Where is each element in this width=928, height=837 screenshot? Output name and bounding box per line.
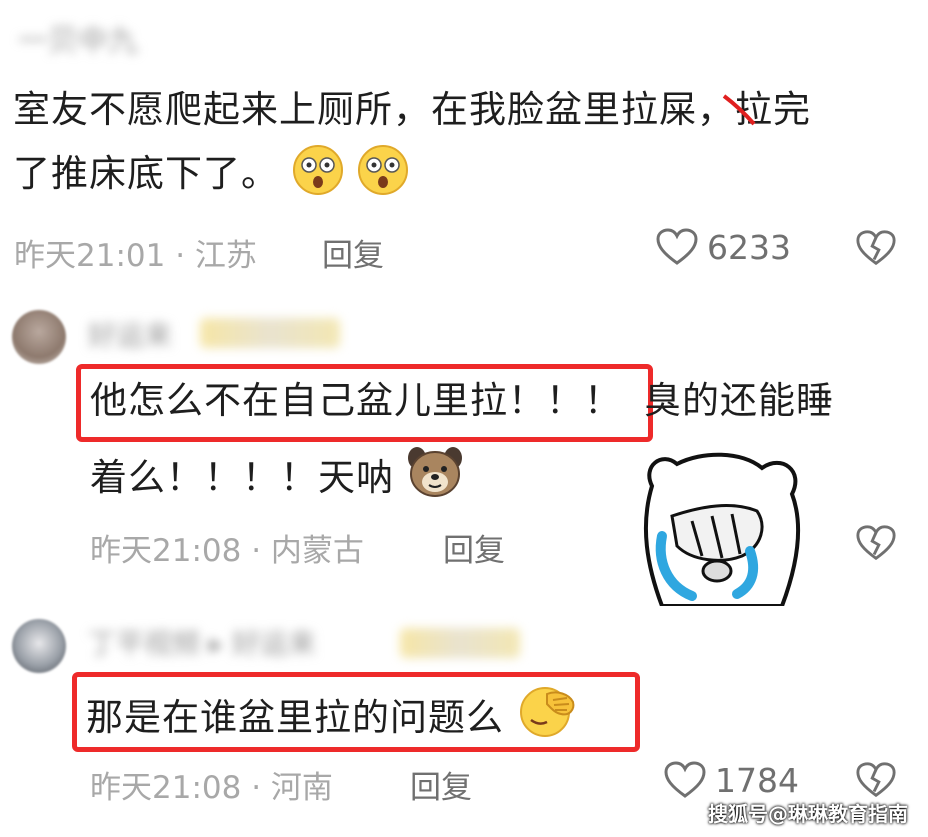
comment-3-highlighted-text: 那是在谁盆里拉的问题么 [86, 696, 504, 739]
comment-3-meta: 昨天21:08 · 河南 [90, 762, 333, 807]
comment-1-meta: 昨天21:01 · 江苏 [14, 230, 257, 275]
comment-1-username[interactable]: 一贝中九 [18, 16, 138, 60]
heart-outline-icon [656, 228, 698, 265]
comment-3-location: 河南 [270, 770, 333, 806]
facepalm-emoji [517, 680, 577, 740]
comment-2-text-line2: 着么！！！！天呐 [90, 456, 394, 499]
separator-dot: · [251, 533, 271, 569]
comment-2-meta: 昨天21:08 · 内蒙古 [90, 525, 364, 570]
comment-1-location: 江苏 [194, 238, 257, 274]
comment-1-time: 昨天21:01 [14, 238, 166, 274]
comment-3-text-row: 那是在谁盆里拉的问题么 [86, 680, 577, 750]
user-badges [200, 318, 340, 348]
comment-1-text-line2-row: 了推床底下了。 [13, 142, 893, 206]
comment-1-text: 室友不愿爬起来上厕所，在我脸盆里拉屎，拉完 了推床底下了。 [13, 78, 893, 206]
dog-face-emoji [407, 444, 462, 497]
comment-2-text-line2-row: 着么！！！！天呐 [90, 444, 462, 510]
user-badges [400, 628, 520, 658]
broken-heart-icon[interactable] [855, 760, 897, 800]
comment-1-like-button[interactable]: 6233 [655, 227, 791, 267]
comment-2-highlighted-text: 他怎么不在自己盆儿里拉！！！ [90, 379, 622, 422]
comment-2-time: 昨天21:08 [90, 533, 242, 569]
separator-dot: · [251, 770, 271, 806]
shocked-face-emoji [292, 144, 344, 196]
comment-2-reply-button[interactable]: 回复 [443, 525, 505, 570]
broken-heart-icon[interactable] [855, 523, 897, 563]
avatar[interactable] [12, 310, 66, 364]
broken-heart-icon[interactable] [855, 228, 897, 268]
comment-2-text-line1: 他怎么不在自己盆儿里拉！！！ 臭的还能睡 [90, 369, 834, 433]
comment-1-like-count: 6233 [707, 227, 791, 267]
strike-mark-icon [722, 94, 756, 126]
comment-2-text-rest: 臭的还能睡 [644, 379, 834, 422]
comment-3-reply-button[interactable]: 回复 [410, 762, 472, 807]
avatar[interactable] [12, 619, 66, 673]
comment-2-username[interactable]: 好运来 [88, 314, 172, 354]
crying-bear-sticker [643, 452, 801, 606]
comment-3-like-count: 1784 [715, 760, 799, 800]
watermark: 搜狐号@琳琳教育指南 [708, 802, 908, 826]
comment-1-text-line1: 室友不愿爬起来上厕所，在我脸盆里拉屎，拉完 [13, 88, 811, 131]
separator-dot: · [175, 238, 195, 274]
shocked-face-emoji [357, 144, 409, 196]
comment-1-text-line2: 了推床底下了。 [13, 152, 279, 195]
comment-1-reply-button[interactable]: 回复 [322, 230, 384, 275]
heart-outline-icon [664, 761, 706, 798]
comment-2-location: 内蒙古 [270, 533, 364, 569]
comment-3-time: 昨天21:08 [90, 770, 242, 806]
comment-3-username[interactable]: 丁平视频 ▸ 好运来 [88, 622, 316, 662]
comment-3-like-button[interactable]: 1784 [663, 760, 799, 800]
